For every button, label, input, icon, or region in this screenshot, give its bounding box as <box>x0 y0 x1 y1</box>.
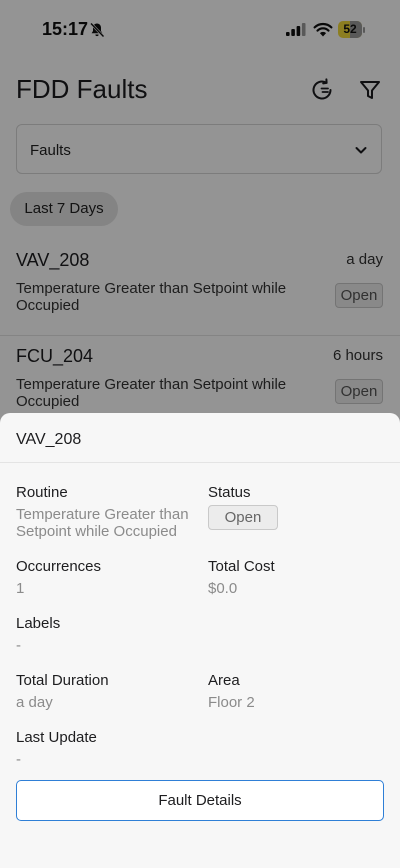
last-update-label: Last Update <box>16 729 97 746</box>
total-duration-value: a day <box>16 694 53 711</box>
labels-value: - <box>16 637 21 654</box>
total-cost-label: Total Cost <box>208 558 275 575</box>
routine-value: Temperature Greater than Setpoint while … <box>16 506 189 540</box>
labels-label: Labels <box>16 615 61 632</box>
area-label: Area <box>208 672 240 689</box>
last-update-value: - <box>16 751 21 768</box>
occurrences-label: Occurrences <box>16 558 102 575</box>
routine-label: Routine <box>16 484 68 501</box>
fault-details-button[interactable]: Fault Details <box>16 780 384 821</box>
status-badge: Open <box>208 505 278 530</box>
status-label: Status <box>208 484 251 501</box>
total-cost-value: $0.0 <box>208 580 238 597</box>
sheet-header: VAV_208 <box>0 413 400 463</box>
total-duration-label: Total Duration <box>16 672 109 689</box>
occurrences-value: 1 <box>16 580 25 597</box>
area-value: Floor 2 <box>208 694 255 711</box>
fault-bottom-sheet: VAV_208 Routine Temperature Greater than… <box>0 413 400 868</box>
sheet-title: VAV_208 <box>16 431 82 448</box>
screen: 15:17 52 FDD Faults Faults Last 7 Days V… <box>0 0 400 868</box>
